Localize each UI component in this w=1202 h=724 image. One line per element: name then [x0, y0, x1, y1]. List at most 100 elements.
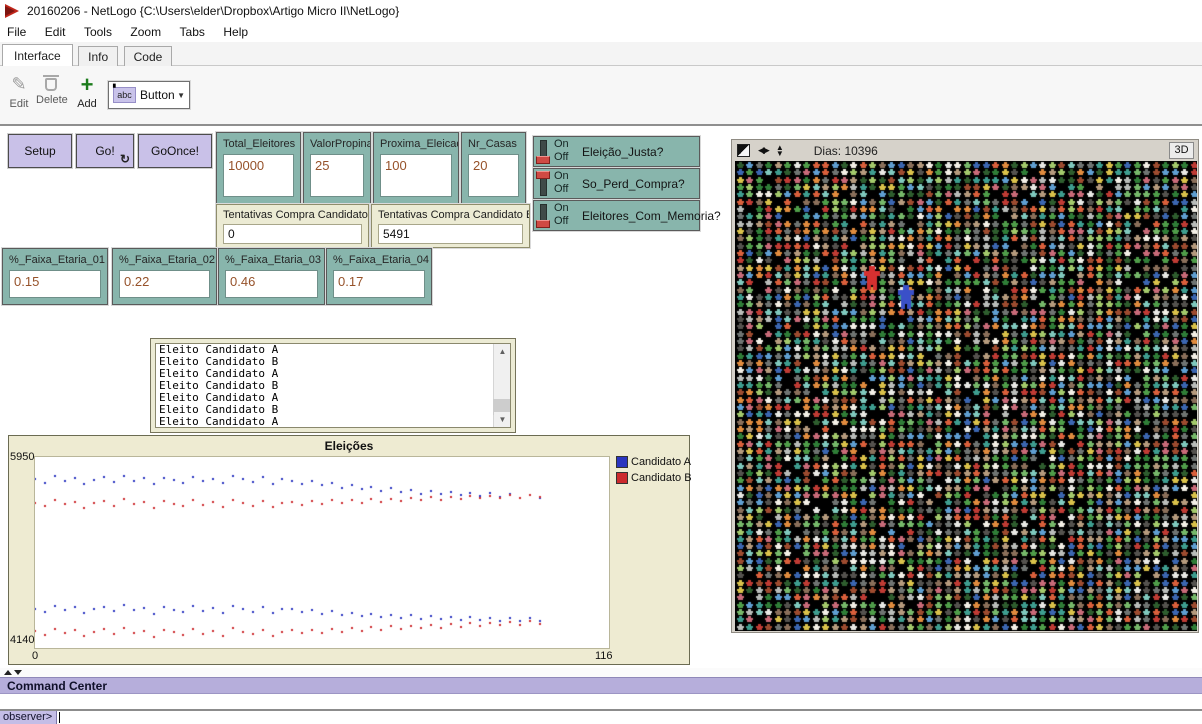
monitor-nr-casas: Nr_Casas 20 — [461, 132, 526, 204]
toolbar: ✎ Edit Delete + Add abc Button ▼ faster … — [0, 66, 1202, 126]
widget-type-value: Button — [140, 88, 177, 102]
switch-handle[interactable] — [536, 156, 550, 164]
x-axis-min-label: 0 — [32, 650, 38, 662]
monitor-label: Total_Eleitores — [217, 133, 300, 150]
text-cursor — [59, 712, 60, 723]
world-view-widget: ◀▶ ▲▼ Dias: 10396 3D — [731, 139, 1199, 633]
menu-file[interactable]: File — [0, 22, 33, 39]
switch-off-label: Off — [554, 151, 568, 163]
scroll-down-icon[interactable]: ▼ — [494, 412, 511, 427]
plot-eleicoes: Eleições 5950 4140 0 116 Candidato A Can… — [8, 435, 690, 665]
legend-label: Candidato A — [631, 456, 691, 468]
monitor-value-box: 5491 — [378, 224, 523, 244]
menu-zoom[interactable]: Zoom — [123, 22, 168, 39]
output-scrollbar[interactable]: ▲ ▼ — [493, 344, 510, 427]
tick-counter: Dias: 10396 — [814, 144, 878, 158]
y-axis-min-label: 4140 — [10, 634, 34, 646]
monitor-label: ValorPropina — [304, 133, 370, 150]
world-canvas[interactable] — [735, 161, 1197, 631]
monitor-value: 0.46 — [226, 271, 317, 289]
go-once-button[interactable]: GoOnce! — [138, 134, 212, 168]
switch-name: Eleitores_Com_Memoria? — [582, 209, 721, 223]
window-title: 20160206 - NetLogo {C:\Users\elder\Dropb… — [27, 4, 399, 18]
monitor-value: 0 — [224, 225, 361, 241]
edit-widget-button[interactable]: ✎ Edit — [6, 74, 32, 110]
setup-button[interactable]: Setup — [8, 134, 72, 168]
switch-handle[interactable] — [536, 220, 550, 228]
add-widget-button[interactable]: + Add — [74, 74, 100, 110]
tab-info[interactable]: Info — [78, 46, 118, 67]
legend-candidato-a: Candidato A — [616, 456, 691, 468]
monitor-value: 10000 — [224, 155, 293, 173]
monitor-label: Nr_Casas — [462, 133, 525, 150]
monitor-value-box: 0.22 — [119, 270, 210, 298]
monitor-faixa-etaria-01: %_Faixa_Etaria_01 0.15 — [2, 248, 108, 305]
switch-eleicao-justa[interactable]: On Off Eleição_Justa? — [533, 136, 700, 167]
switch-eleitores-com-memoria[interactable]: On Off Eleitores_Com_Memoria? — [533, 200, 700, 231]
observer-prompt: observer> — [0, 711, 57, 724]
switch-so-perd-compra[interactable]: On Off So_Perd_Compra? — [533, 168, 700, 199]
view-vertical-arrows-icon[interactable]: ▲▼ — [776, 145, 784, 157]
tab-interface[interactable]: Interface — [2, 44, 73, 67]
plot-title: Eleições — [9, 439, 689, 453]
scroll-up-icon[interactable]: ▲ — [494, 344, 511, 359]
switch-on-label: On — [554, 138, 569, 150]
monitor-faixa-etaria-03: %_Faixa_Etaria_03 0.46 — [218, 248, 325, 305]
monitor-value-box: 10000 — [223, 154, 294, 197]
legend-candidato-b: Candidato B — [616, 472, 692, 484]
menu-help[interactable]: Help — [216, 22, 255, 39]
monitor-value: 100 — [381, 155, 451, 173]
command-input-row[interactable]: observer> — [0, 711, 1202, 724]
monitor-faixa-etaria-02: %_Faixa_Etaria_02 0.22 — [112, 248, 217, 305]
title-bar: 20160206 - NetLogo {C:\Users\elder\Dropb… — [0, 0, 1202, 22]
menu-tabs[interactable]: Tabs — [173, 22, 212, 39]
menu-tools[interactable]: Tools — [77, 22, 119, 39]
go-button[interactable]: Go! ↻ — [76, 134, 134, 168]
menu-edit[interactable]: Edit — [38, 22, 73, 39]
monitor-value-box: 0 — [223, 224, 362, 244]
3d-button[interactable]: 3D — [1169, 142, 1194, 159]
monitor-label: Proxima_Eleicao — [374, 133, 458, 150]
output-line: Eleito Candidato A — [156, 416, 510, 428]
button-widget-icon: abc — [113, 87, 136, 103]
monitor-label: %_Faixa_Etaria_03 — [219, 249, 324, 266]
pencil-icon: ✎ — [6, 74, 32, 98]
monitor-valor-propina: ValorPropina 25 — [303, 132, 371, 204]
netlogo-logo-icon — [5, 4, 19, 18]
monitor-value: 20 — [469, 155, 518, 173]
go-button-label: Go! — [95, 144, 114, 158]
splitter-bar[interactable] — [0, 668, 1202, 677]
forever-icon: ↻ — [120, 152, 130, 166]
delete-widget-button[interactable]: Delete — [36, 74, 66, 106]
monitor-value-box: 0.46 — [225, 270, 318, 298]
add-label: Add — [74, 98, 100, 110]
switch-on-label: On — [554, 170, 569, 182]
splitter-up-icon[interactable] — [4, 670, 12, 675]
monitor-value: 0.22 — [120, 271, 209, 289]
monitor-proxima-eleicao: Proxima_Eleicao 100 — [373, 132, 459, 204]
trash-icon — [45, 78, 57, 91]
monitor-value-box: 0.15 — [9, 270, 101, 298]
go-once-button-label: GoOnce! — [151, 144, 199, 158]
widget-type-dropdown[interactable]: abc Button ▼ — [108, 81, 190, 109]
monitor-value: 0.17 — [334, 271, 424, 289]
command-center-title: Command Center — [0, 678, 1202, 693]
monitor-value-box: 20 — [468, 154, 519, 197]
view-horizontal-arrows-icon[interactable]: ◀▶ — [758, 145, 768, 156]
monitor-tentativas-a: Tentativas Compra Candidato A 0 — [216, 204, 369, 248]
switch-name: Eleição_Justa? — [582, 145, 663, 159]
command-center-header[interactable]: Command Center — [0, 677, 1202, 694]
switch-on-label: On — [554, 202, 569, 214]
monitor-label: %_Faixa_Etaria_02 — [113, 249, 216, 266]
tab-code[interactable]: Code — [124, 46, 173, 67]
setup-button-label: Setup — [24, 144, 55, 158]
monitor-label: Tentativas Compra Candidato B — [372, 205, 529, 221]
monitor-tentativas-b: Tentativas Compra Candidato B 5491 — [371, 204, 530, 248]
switch-handle[interactable] — [536, 171, 550, 179]
monitor-value: 5491 — [379, 225, 522, 241]
switch-off-label: Off — [554, 215, 568, 227]
splitter-down-icon[interactable] — [14, 670, 22, 675]
legend-swatch-blue — [616, 456, 628, 468]
monitor-label: Tentativas Compra Candidato A — [217, 205, 368, 221]
view-resize-icon[interactable] — [737, 144, 750, 157]
